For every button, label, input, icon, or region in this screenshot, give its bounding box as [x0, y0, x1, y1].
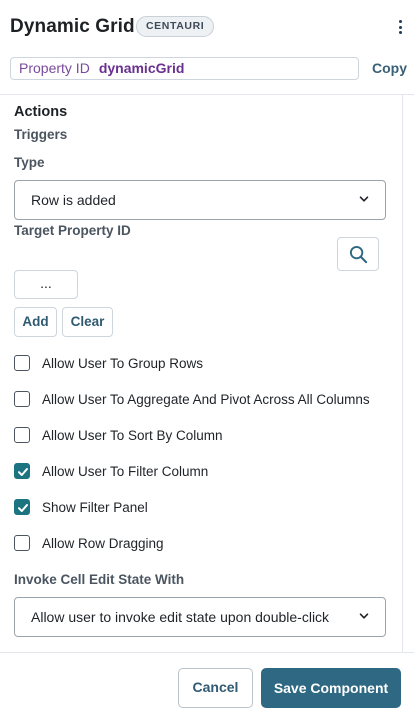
- edit-state-label: Invoke Cell Edit State With: [14, 572, 185, 587]
- actions-heading: Actions: [14, 104, 68, 120]
- panel-header: [0, 0, 414, 95]
- scrollbar[interactable]: [402, 95, 403, 652]
- edit-state-select[interactable]: Allow user to invoke edit state upon dou…: [14, 597, 386, 637]
- chevron-down-icon: [359, 196, 369, 202]
- checkbox[interactable]: [14, 535, 30, 551]
- option-label: Allow User To Aggregate And Pivot Across…: [42, 391, 370, 407]
- clear-button[interactable]: Clear: [62, 307, 113, 337]
- type-select-value: Row is added: [31, 192, 116, 208]
- chevron-down-icon: [359, 613, 369, 619]
- option-filter-column[interactable]: Allow User To Filter Column: [14, 462, 208, 480]
- check-icon: [18, 504, 28, 512]
- option-label: Allow User To Group Rows: [42, 355, 204, 371]
- checkbox[interactable]: [14, 391, 30, 407]
- option-aggregate-pivot[interactable]: Allow User To Aggregate And Pivot Across…: [14, 390, 370, 408]
- property-id-field[interactable]: Property ID dynamicGrid: [10, 57, 359, 80]
- add-button[interactable]: Add: [14, 307, 57, 337]
- checkbox-checked[interactable]: [14, 463, 30, 479]
- type-select[interactable]: Row is added: [14, 180, 386, 220]
- checkbox-checked[interactable]: [14, 499, 30, 515]
- target-property-label: Target Property ID: [14, 223, 131, 238]
- option-row-dragging[interactable]: Allow Row Dragging: [14, 534, 164, 552]
- component-badge: CENTAURI: [136, 16, 215, 37]
- search-button[interactable]: [337, 237, 379, 271]
- save-component-button[interactable]: Save Component: [261, 668, 401, 708]
- check-icon: [18, 468, 28, 476]
- type-label: Type: [14, 155, 45, 170]
- component-title: Dynamic Grid: [10, 16, 135, 37]
- option-sort-by-column[interactable]: Allow User To Sort By Column: [14, 426, 223, 444]
- settings-panel: [0, 95, 414, 652]
- edit-state-select-value: Allow user to invoke edit state upon dou…: [31, 609, 330, 625]
- option-label: Allow User To Sort By Column: [42, 427, 223, 443]
- property-id-label: Property ID: [19, 60, 90, 76]
- target-property-input[interactable]: ...: [14, 270, 78, 299]
- cancel-button[interactable]: Cancel: [178, 668, 253, 708]
- copy-button[interactable]: Copy: [372, 60, 407, 76]
- more-options-icon[interactable]: [394, 17, 406, 37]
- search-icon: [349, 245, 367, 263]
- option-group-rows[interactable]: Allow User To Group Rows: [14, 354, 203, 372]
- triggers-label: Triggers: [14, 127, 68, 142]
- option-label: Allow Row Dragging: [42, 535, 164, 551]
- checkbox[interactable]: [14, 355, 30, 371]
- option-label: Allow User To Filter Column: [42, 463, 209, 479]
- option-show-filter-panel[interactable]: Show Filter Panel: [14, 498, 148, 516]
- property-id-value: dynamicGrid: [98, 60, 185, 76]
- checkbox[interactable]: [14, 427, 30, 443]
- option-label: Show Filter Panel: [42, 499, 148, 515]
